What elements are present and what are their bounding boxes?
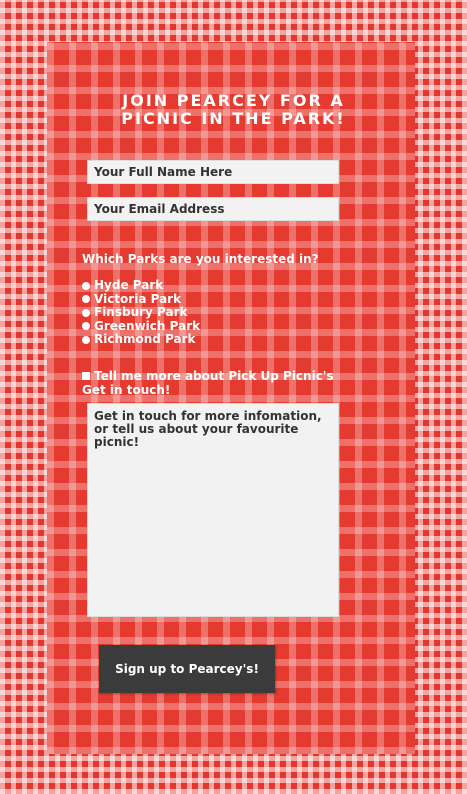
checkbox-icon[interactable] <box>82 372 90 380</box>
optin-section: Tell me more about Pick Up Picnic's Get … <box>82 369 342 397</box>
radio-icon[interactable] <box>82 322 90 331</box>
optin-row[interactable]: Tell me more about Pick Up Picnic's <box>82 369 334 383</box>
park-label: Hyde Park <box>94 278 164 292</box>
parks-radio-group: Hyde Park Victoria Park Finsbury Park Gr… <box>82 278 201 347</box>
park-label: Richmond Park <box>94 332 196 346</box>
full-name-input[interactable] <box>87 160 339 184</box>
get-in-touch-label: Get in touch! <box>82 383 171 397</box>
park-label: Finsbury Park <box>94 305 188 319</box>
radio-icon[interactable] <box>82 308 90 317</box>
email-input[interactable] <box>87 197 339 221</box>
radio-icon[interactable] <box>82 295 90 304</box>
signup-submit-button[interactable]: Sign up to Pearcey's! <box>99 645 275 693</box>
title-line-2: picnic in the park! <box>121 109 346 128</box>
park-option-finsbury[interactable]: Finsbury Park <box>82 305 200 320</box>
message-textarea[interactable] <box>87 403 339 617</box>
park-option-hyde[interactable]: Hyde Park <box>82 278 200 293</box>
park-label: Greenwich Park <box>94 318 201 333</box>
form-title: Join Pearcey for a picnic in the park! <box>0 92 467 128</box>
radio-icon[interactable] <box>82 335 90 344</box>
title-line-1: Join Pearcey for a <box>122 91 345 110</box>
radio-icon[interactable] <box>82 281 90 290</box>
optin-label: Tell me more about Pick Up Picnic's <box>94 369 334 383</box>
park-label: Victoria Park <box>94 291 182 306</box>
parks-question-label: Which Parks are you interested in? <box>82 252 319 266</box>
park-option-victoria[interactable]: Victoria Park <box>82 291 200 307</box>
park-option-richmond[interactable]: Richmond Park <box>82 332 200 347</box>
park-option-greenwich[interactable]: Greenwich Park <box>82 318 201 334</box>
